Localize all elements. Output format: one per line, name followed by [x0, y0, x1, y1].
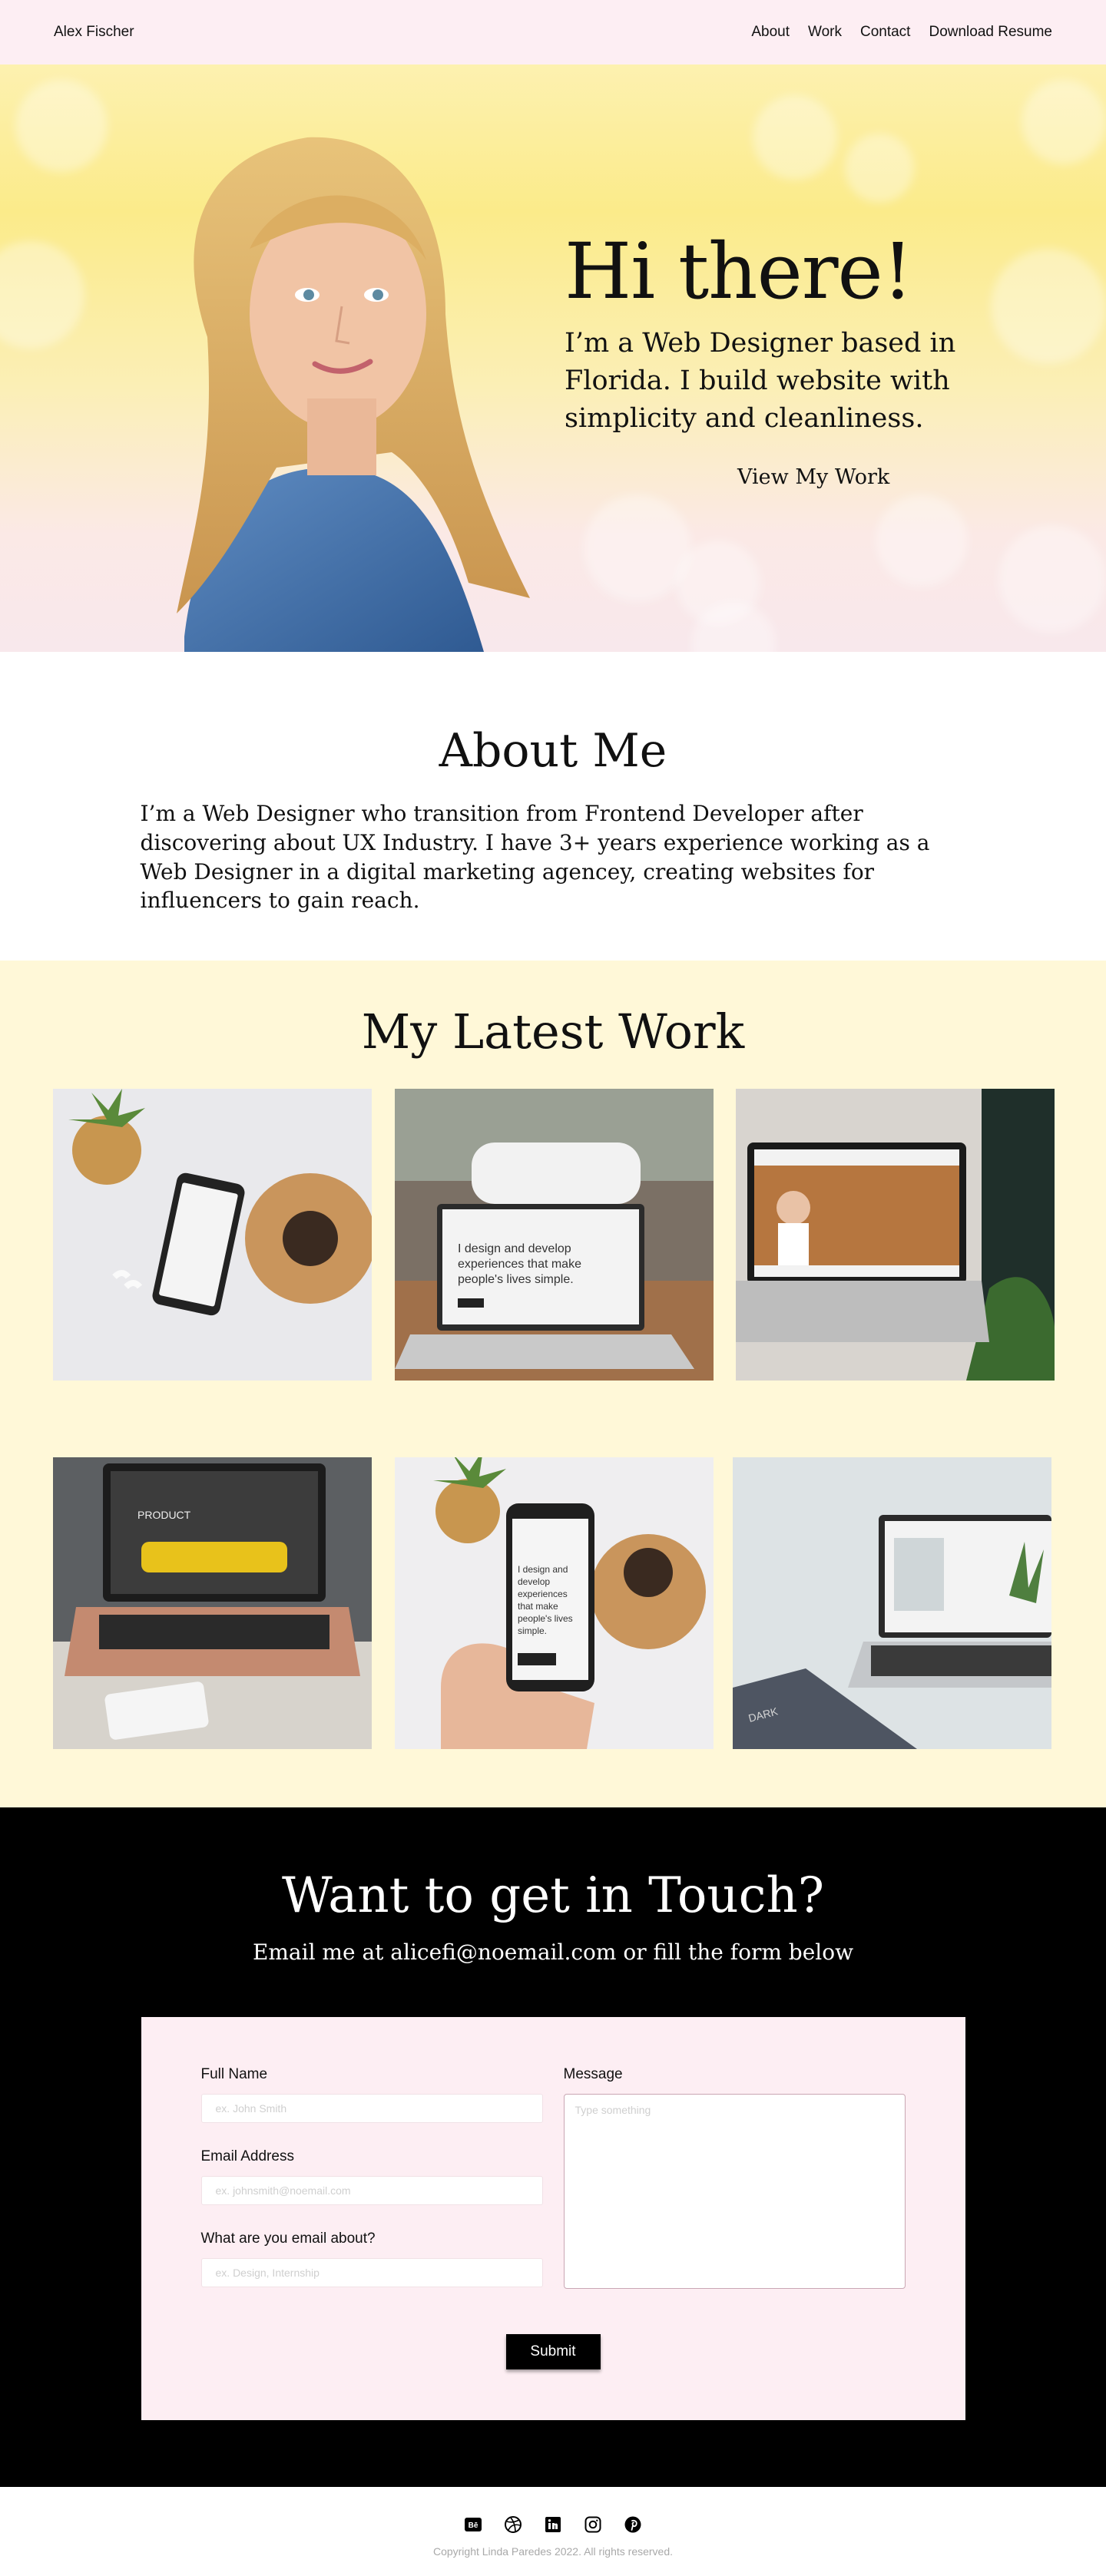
laptop-desk-image: DARK: [733, 1457, 1051, 1749]
nav-link-contact[interactable]: Contact: [860, 24, 910, 41]
footer: Bē Copyright Linda Paredes 2022. All rig…: [0, 2487, 1106, 2576]
work-thumbnail-3[interactable]: [736, 1089, 1055, 1381]
hero-section: Hi there! I’m a Web Designer based in Fl…: [0, 64, 1106, 652]
pinterest-icon[interactable]: [623, 2515, 643, 2535]
bokeh-decoration: [1022, 80, 1106, 164]
phone-mockup-image: [53, 1089, 372, 1381]
bokeh-decoration: [845, 134, 914, 203]
portrait-photo: [177, 137, 530, 652]
contact-subtitle: Email me at alicefi@noemail.com or fill …: [252, 1939, 854, 1965]
thumb-4-text: PRODUCT: [137, 1509, 191, 1521]
message-textarea[interactable]: [563, 2094, 906, 2289]
copyright-text: Copyright Linda Paredes 2022. All rights…: [432, 2545, 674, 2558]
bokeh-decoration: [753, 95, 837, 180]
about-title: About Me: [439, 724, 667, 778]
submit-button[interactable]: Submit: [505, 2334, 601, 2369]
linkedin-icon[interactable]: [543, 2515, 563, 2535]
nav-link-about[interactable]: About: [751, 24, 790, 41]
message-label: Message: [563, 2066, 623, 2082]
full-name-input[interactable]: [200, 2094, 543, 2123]
bokeh-decoration: [998, 525, 1106, 633]
full-name-label: Full Name: [200, 2066, 268, 2082]
view-my-work-link[interactable]: View My Work: [737, 465, 889, 489]
nav-link-work[interactable]: Work: [808, 24, 842, 41]
about-body: I’m a Web Designer who transition from F…: [140, 801, 930, 914]
dribbble-icon[interactable]: [503, 2515, 523, 2535]
hero-text: Hi there! I’m a Web Designer based in Fl…: [565, 227, 1056, 490]
brand-name[interactable]: Alex Fischer: [54, 24, 134, 41]
laptop-on-table-image: I design and develop experiences that ma…: [395, 1089, 714, 1381]
svg-text:Bē: Bē: [469, 2521, 478, 2530]
thumb-2-text: I design and develop experiences that ma…: [458, 1242, 584, 1286]
subject-input[interactable]: [200, 2258, 543, 2287]
bokeh-decoration: [0, 241, 84, 349]
work-section: My Latest Work I design and develop expe…: [0, 961, 1106, 1807]
hero-subtitle: I’m a Web Designer based in Florida. I b…: [565, 328, 956, 434]
instagram-icon[interactable]: [583, 2515, 603, 2535]
nav-link-download-resume[interactable]: Download Resume: [929, 24, 1052, 41]
nav-links: About Work Contact Download Resume: [751, 24, 1052, 41]
contact-section: Want to get in Touch? Email me at alicef…: [0, 1807, 1106, 2487]
about-section: About Me I’m a Web Designer who transiti…: [0, 652, 1106, 961]
contact-form: Full Name Email Address What are you ema…: [141, 2017, 965, 2420]
work-thumbnail-6[interactable]: DARK: [733, 1457, 1051, 1749]
work-thumbnail-4[interactable]: PRODUCT: [53, 1457, 372, 1749]
bokeh-decoration: [584, 494, 691, 602]
work-thumbnail-5[interactable]: I design and develop experiences that ma…: [395, 1457, 714, 1749]
work-title: My Latest Work: [361, 1004, 745, 1060]
work-thumbnail-1[interactable]: [53, 1089, 372, 1381]
behance-icon[interactable]: Bē: [463, 2515, 483, 2535]
subject-label: What are you email about?: [200, 2230, 376, 2247]
phone-in-hand-image: I design and develop experiences that ma…: [395, 1457, 714, 1749]
work-thumbnail-2[interactable]: I design and develop experiences that ma…: [395, 1089, 714, 1381]
laptop-website-image: [736, 1089, 1055, 1381]
bokeh-decoration: [876, 494, 968, 587]
top-nav: Alex Fischer About Work Contact Download…: [0, 0, 1106, 64]
email-field[interactable]: [200, 2176, 543, 2205]
social-links: Bē: [0, 2515, 1106, 2535]
work-grid: I design and develop experiences that ma…: [0, 1060, 1106, 1751]
contact-title: Want to get in Touch?: [281, 1867, 825, 1924]
email-label: Email Address: [200, 2148, 294, 2164]
laptop-product-image: PRODUCT: [53, 1457, 372, 1749]
hero-title: Hi there!: [565, 227, 913, 316]
